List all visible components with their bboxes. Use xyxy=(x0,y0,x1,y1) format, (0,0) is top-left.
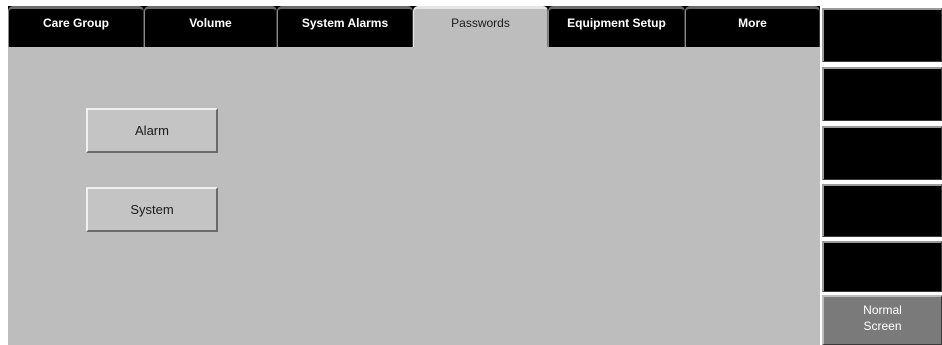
tab-system-alarms[interactable]: System Alarms xyxy=(277,6,413,47)
softkey-2[interactable] xyxy=(822,67,942,121)
softkey-5[interactable] xyxy=(822,241,942,292)
tab-passwords[interactable]: Passwords xyxy=(413,6,548,48)
normal-screen-label-line2: Screen xyxy=(863,319,902,333)
tab-care-group[interactable]: Care Group xyxy=(8,6,144,47)
softkey-1[interactable] xyxy=(822,8,942,62)
softkey-column: Normal Screen xyxy=(822,6,942,345)
tab-bar: Care Group Volume System Alarms Password… xyxy=(8,6,820,48)
tab-equipment-setup[interactable]: Equipment Setup xyxy=(548,6,685,47)
normal-screen-button[interactable]: Normal Screen xyxy=(822,295,942,345)
monitor-screen: Care Group Volume System Alarms Password… xyxy=(0,0,942,345)
alarm-password-button[interactable]: Alarm xyxy=(86,108,218,153)
normal-screen-label-line1: Normal xyxy=(863,303,902,317)
system-password-button[interactable]: System xyxy=(86,187,218,232)
tab-volume[interactable]: Volume xyxy=(144,6,277,47)
softkey-3[interactable] xyxy=(822,126,942,180)
passwords-panel: Alarm System xyxy=(8,47,820,345)
softkey-4[interactable] xyxy=(822,184,942,237)
tab-more[interactable]: More xyxy=(685,6,820,47)
